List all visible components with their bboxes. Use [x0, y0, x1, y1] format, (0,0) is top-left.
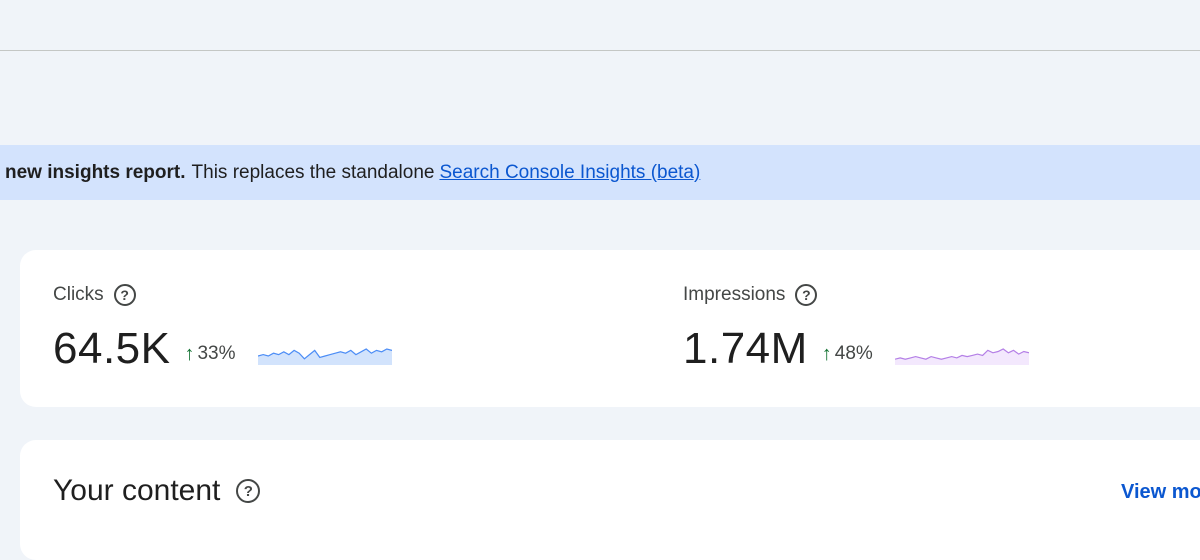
- impressions-change: 48%: [834, 343, 873, 364]
- clicks-sparkline: [257, 348, 392, 365]
- insights-beta-link[interactable]: Search Console Insights (beta): [439, 162, 700, 184]
- impressions-delta: ↑ 48%: [822, 343, 873, 366]
- help-icon[interactable]: ?: [113, 284, 136, 306]
- topbar-divider: [0, 50, 1200, 51]
- clicks-value-row: 64.5K ↑ 33%: [53, 324, 392, 374]
- impressions-sparkline: [894, 348, 1029, 365]
- view-more-link[interactable]: View mor: [1121, 481, 1200, 504]
- impressions-value: 1.74M: [683, 324, 808, 373]
- metrics-card: Clicks ? 64.5K ↑ 33% Impressions ? 1.74M…: [20, 250, 1200, 407]
- arrow-up-icon: ↑: [184, 342, 195, 365]
- arrow-up-icon: ↑: [821, 342, 832, 365]
- banner-text: This replaces the standalone: [191, 161, 435, 183]
- impressions-label: Impressions: [683, 284, 786, 305]
- your-content-title: Your content: [53, 474, 221, 507]
- help-icon[interactable]: ?: [236, 479, 261, 503]
- clicks-label-row: Clicks ?: [53, 284, 136, 306]
- impressions-value-row: 1.74M ↑ 48%: [683, 324, 1029, 374]
- clicks-change: 33%: [197, 343, 236, 364]
- clicks-value: 64.5K: [53, 324, 171, 373]
- clicks-delta: ↑ 33%: [184, 343, 235, 366]
- info-banner: new insights report. This replaces the s…: [0, 145, 1200, 200]
- clicks-label: Clicks: [53, 284, 104, 305]
- your-content-card: Your content ? View mor: [20, 440, 1200, 560]
- impressions-label-row: Impressions ?: [683, 284, 818, 306]
- banner-bold-text: new insights report.: [5, 161, 186, 183]
- sparkline-area: [257, 349, 392, 365]
- help-icon[interactable]: ?: [795, 284, 818, 306]
- your-content-title-row: Your content ?: [53, 474, 261, 508]
